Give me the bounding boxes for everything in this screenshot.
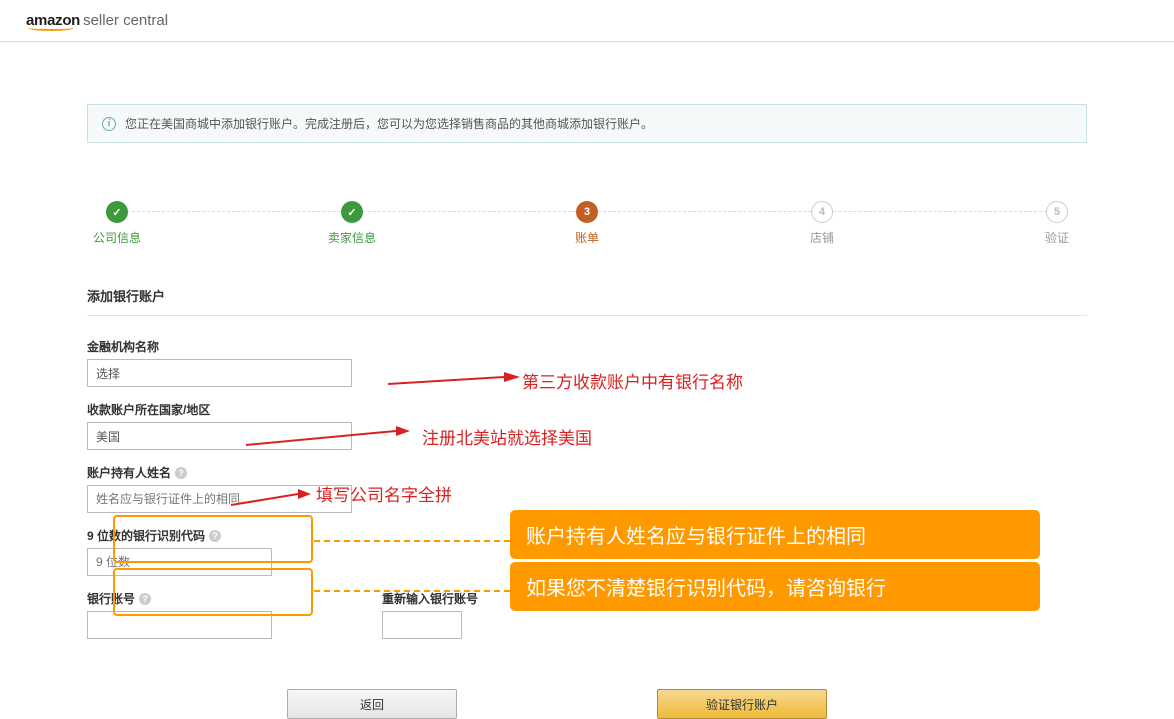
header: amazon seller central: [0, 0, 1174, 42]
logo-amazon-text: amazon: [26, 12, 80, 29]
routing-number-input[interactable]: [87, 548, 272, 576]
field-holder-name: 账户持有人姓名 ?: [87, 464, 1087, 513]
dashed-connector-2: [314, 590, 510, 592]
check-icon: [106, 201, 128, 223]
annotation-text-3: 填写公司名字全拼: [316, 481, 452, 506]
dashed-connector-1: [314, 540, 510, 542]
step-billing: 3 账单: [557, 201, 617, 246]
help-icon[interactable]: ?: [209, 530, 221, 542]
annotation-text-2: 注册北美站就选择美国: [422, 424, 592, 449]
field-label: 账户持有人姓名 ?: [87, 464, 1087, 481]
field-label: 银行账号 ?: [87, 590, 272, 607]
field-bank-account: 银行账号 ?: [87, 590, 272, 639]
annotation-text-1: 第三方收款账户中有银行名称: [522, 368, 743, 393]
field-label: 收款账户所在国家/地区: [87, 401, 1087, 418]
info-alert-text: 您正在美国商城中添加银行账户。完成注册后，您可以为您选择销售商品的其他商城添加银…: [125, 115, 653, 132]
progress-steps: 公司信息 卖家信息 3 账单 4 店铺 5 验证: [87, 201, 1087, 246]
step-number: 4: [811, 201, 833, 223]
annotation-box-2: 如果您不清楚银行识别代码，请咨询银行: [510, 562, 1040, 611]
back-button[interactable]: 返回: [287, 689, 457, 719]
annotation-box-1: 账户持有人姓名应与银行证件上的相同: [510, 510, 1040, 559]
step-number: 3: [576, 201, 598, 223]
help-icon[interactable]: ?: [139, 593, 151, 605]
check-icon: [341, 201, 363, 223]
field-label: 重新输入银行账号: [382, 590, 478, 607]
holder-name-input[interactable]: [87, 485, 352, 513]
bank-account-confirm-input[interactable]: [382, 611, 462, 639]
institution-name-select[interactable]: [87, 359, 352, 387]
logo-seller-text: seller central: [83, 12, 168, 29]
step-verification: 5 验证: [1027, 201, 1087, 246]
button-row: 返回 验证银行账户: [287, 689, 1087, 719]
step-seller-info: 卖家信息: [322, 201, 382, 246]
step-company-info: 公司信息: [87, 201, 147, 246]
amazon-seller-central-logo: amazon seller central: [26, 12, 168, 29]
help-icon[interactable]: ?: [175, 467, 187, 479]
bank-account-input[interactable]: [87, 611, 272, 639]
step-number: 5: [1046, 201, 1068, 223]
step-label: 卖家信息: [328, 229, 376, 246]
account-country-select[interactable]: [87, 422, 352, 450]
info-icon: i: [102, 117, 116, 131]
step-label: 店铺: [810, 229, 834, 246]
section-title: 添加银行账户: [87, 286, 1087, 316]
field-bank-account-confirm: 重新输入银行账号: [382, 590, 478, 639]
step-store: 4 店铺: [792, 201, 852, 246]
verify-bank-button[interactable]: 验证银行账户: [657, 689, 827, 719]
info-alert: i 您正在美国商城中添加银行账户。完成注册后，您可以为您选择销售商品的其他商城添…: [87, 104, 1087, 143]
step-label: 账单: [575, 229, 599, 246]
step-label: 公司信息: [93, 229, 141, 246]
step-label: 验证: [1045, 229, 1069, 246]
field-label: 金融机构名称: [87, 338, 1087, 355]
